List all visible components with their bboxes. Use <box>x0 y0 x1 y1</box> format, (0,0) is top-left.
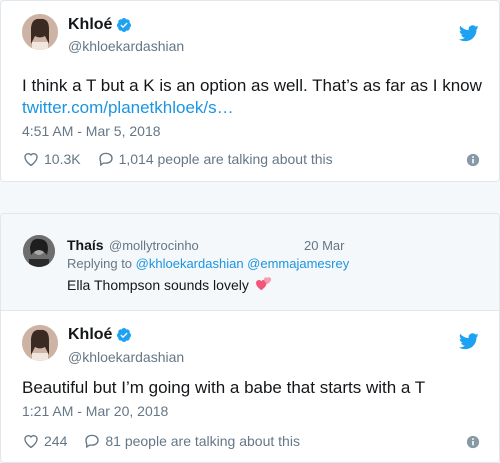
comment-icon[interactable] <box>97 150 115 168</box>
reply-author-name[interactable]: Thaís <box>67 237 104 253</box>
author-name[interactable]: Khloé <box>68 326 112 344</box>
author-name[interactable]: Khloé <box>68 16 112 34</box>
twitter-bird-icon[interactable] <box>459 25 479 42</box>
comment-icon[interactable] <box>83 432 101 450</box>
mention-emmajamesrey[interactable]: @emmajamesrey <box>247 256 349 271</box>
replying-to: Replying to @khloekardashian @emmajamesr… <box>67 256 349 271</box>
reply-text: Ella Thompson sounds lovely <box>67 276 273 293</box>
verified-icon <box>117 328 132 342</box>
tweet-card-1: Khloé @khloekardashian I think a T but a… <box>0 0 500 182</box>
tweet-link[interactable]: twitter.com/planetkhloek/s… <box>22 98 234 118</box>
twitter-bird-icon[interactable] <box>459 333 479 350</box>
info-icon[interactable] <box>466 435 480 449</box>
reply-avatar[interactable] <box>23 235 55 267</box>
tweet-card-2: Thaís @mollytrocinho 20 Mar Replying to … <box>0 213 500 463</box>
talking-count[interactable]: 1,014 people are talking about this <box>119 151 333 167</box>
talking-count[interactable]: 81 people are talking about this <box>105 433 300 449</box>
tweet-text: Beautiful but I’m going with a babe that… <box>22 378 426 397</box>
mention-khloekardashian[interactable]: @khloekardashian <box>136 256 244 271</box>
hearts-emoji-icon <box>255 277 271 291</box>
quoted-reply[interactable]: Thaís @mollytrocinho 20 Mar Replying to … <box>1 214 499 311</box>
info-icon[interactable] <box>466 153 480 167</box>
like-count[interactable]: 244 <box>44 433 67 449</box>
reply-date[interactable]: 20 Mar <box>304 238 344 253</box>
tweet-text: I think a T but a K is an option as well… <box>22 76 482 95</box>
author-handle[interactable]: @khloekardashian <box>68 38 184 54</box>
avatar[interactable] <box>22 14 58 50</box>
author-handle[interactable]: @khloekardashian <box>68 349 184 365</box>
tweet-timestamp[interactable]: 1:21 AM - Mar 20, 2018 <box>22 403 168 419</box>
like-count[interactable]: 10.3K <box>44 151 81 167</box>
heart-icon[interactable] <box>22 432 40 450</box>
heart-icon[interactable] <box>22 150 40 168</box>
reply-text-content: Ella Thompson sounds lovely <box>67 277 249 293</box>
avatar[interactable] <box>22 325 58 361</box>
verified-icon <box>117 18 132 32</box>
tweet-timestamp[interactable]: 4:51 AM - Mar 5, 2018 <box>22 123 161 139</box>
replying-to-label: Replying to <box>67 256 133 271</box>
reply-author-handle[interactable]: @mollytrocinho <box>109 238 199 253</box>
